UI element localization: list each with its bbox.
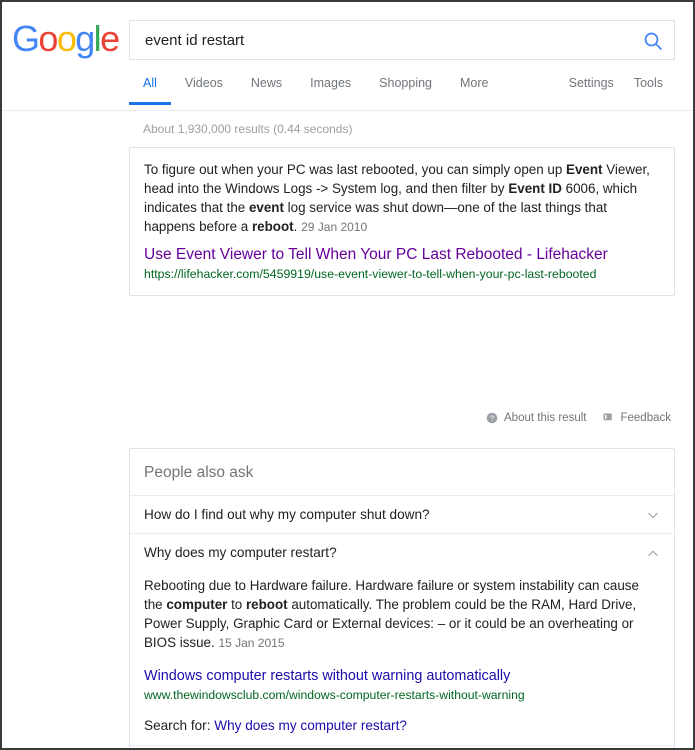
logo-letter: G xyxy=(12,18,40,59)
featured-snippet-text: To figure out when your PC was last rebo… xyxy=(144,160,660,237)
snippet-part-bold: reboot xyxy=(251,219,294,234)
paa-item: How do I find out why my computer shut d… xyxy=(130,496,674,534)
google-logo[interactable]: Google xyxy=(12,18,120,59)
snippet-date: 29 Jan 2010 xyxy=(301,220,368,234)
snippet-part-bold: Event ID xyxy=(508,181,562,196)
search-button[interactable] xyxy=(640,29,666,53)
featured-snippet-url[interactable]: https://lifehacker.com/5459919/use-event… xyxy=(144,266,660,283)
people-also-ask-header: People also ask xyxy=(130,449,674,496)
snippet-part-bold: event xyxy=(248,200,284,215)
search-nav: All Videos News Images Shopping More Set… xyxy=(129,75,681,108)
paa-item: How can I tell when my computer was turn… xyxy=(130,746,674,748)
google-search-results-page: Google event id restart All Videos News … xyxy=(0,0,695,750)
paa-question-text: Why does my computer restart? xyxy=(144,545,337,560)
answer-part-bold: reboot xyxy=(245,597,288,612)
paa-question-row[interactable]: How do I find out why my computer shut d… xyxy=(130,496,674,533)
snippet-part: To figure out when your PC was last rebo… xyxy=(144,162,567,177)
snippet-part-bold: Event xyxy=(566,162,603,177)
search-icon xyxy=(644,32,662,50)
help-circle-icon: ? xyxy=(486,412,498,424)
about-this-result-label: About this result xyxy=(504,412,587,424)
paa-answer-text: Rebooting due to Hardware failure. Hardw… xyxy=(144,576,660,653)
about-this-result-button[interactable]: ? About this result xyxy=(486,412,586,424)
paa-search-for-label: Search for: xyxy=(144,718,211,733)
tab-images[interactable]: Images xyxy=(296,75,365,105)
logo-letter: e xyxy=(100,18,120,59)
paa-question-row[interactable]: Why does my computer restart? xyxy=(130,534,674,571)
paa-result-url[interactable]: www.thewindowsclub.com/windows-computer-… xyxy=(144,687,660,704)
page-header: Google event id restart All Videos News … xyxy=(2,2,693,111)
logo-letter: o xyxy=(38,18,58,59)
answer-part-bold: computer xyxy=(166,597,228,612)
settings-button[interactable]: Settings xyxy=(559,75,624,102)
result-feedback-button[interactable]: Feedback xyxy=(602,412,671,424)
nav-tools: Settings Tools xyxy=(559,75,673,102)
svg-text:?: ? xyxy=(490,414,494,423)
chevron-up-icon[interactable] xyxy=(646,546,660,560)
logo-letter: o xyxy=(56,18,77,59)
people-also-ask-card: People also ask How do I find out why my… xyxy=(129,448,675,748)
paa-search-for-row: Search for: Why does my computer restart… xyxy=(144,718,660,733)
featured-snippet-link-block: Use Event Viewer to Tell When Your PC La… xyxy=(130,239,674,295)
featured-snippet-body: To figure out when your PC was last rebo… xyxy=(130,148,674,239)
paa-question-text: How do I find out why my computer shut d… xyxy=(144,507,430,522)
tools-button[interactable]: Tools xyxy=(624,75,673,102)
paa-search-for-link[interactable]: Why does my computer restart? xyxy=(214,718,407,733)
results-area: About 1,930,000 results (0.44 seconds) T… xyxy=(2,111,693,748)
paa-question-row[interactable]: How can I tell when my computer was turn… xyxy=(130,746,674,748)
tab-news[interactable]: News xyxy=(237,75,296,105)
chevron-down-icon[interactable] xyxy=(646,508,660,522)
paa-result-title-link[interactable]: Windows computer restarts without warnin… xyxy=(144,667,510,686)
result-meta-row: ? About this result Feedback xyxy=(486,412,671,424)
answer-part: to xyxy=(227,597,246,612)
featured-snippet-title-link[interactable]: Use Event Viewer to Tell When Your PC La… xyxy=(144,245,608,265)
paa-answer-block: Rebooting due to Hardware failure. Hardw… xyxy=(130,571,674,745)
paa-item-expanded: Why does my computer restart? Rebooting … xyxy=(130,534,674,746)
result-feedback-label: Feedback xyxy=(620,412,671,424)
search-input[interactable]: event id restart xyxy=(145,32,244,50)
result-stats: About 1,930,000 results (0.44 seconds) xyxy=(143,122,353,136)
tab-videos[interactable]: Videos xyxy=(171,75,237,105)
nav-tabs: All Videos News Images Shopping More xyxy=(129,75,502,105)
tab-more[interactable]: More xyxy=(446,75,502,105)
tab-shopping[interactable]: Shopping xyxy=(365,75,446,105)
snippet-part: . xyxy=(293,219,298,234)
featured-snippet-card: To figure out when your PC was last rebo… xyxy=(129,147,675,296)
search-box[interactable]: event id restart xyxy=(129,20,675,60)
logo-letter: g xyxy=(75,18,95,59)
tab-all[interactable]: All xyxy=(129,75,171,105)
flag-icon xyxy=(603,413,613,421)
paa-answer-date: 15 Jan 2015 xyxy=(218,636,285,650)
